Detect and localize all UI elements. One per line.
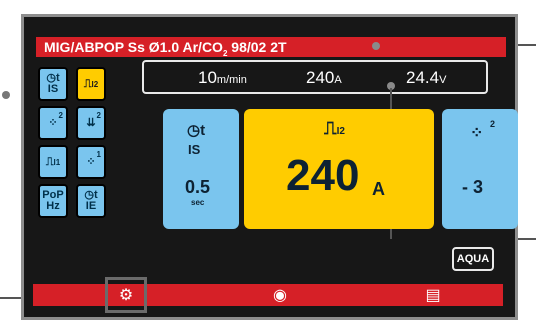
pulse-i2-label: I2 — [91, 79, 99, 89]
pop-hz-button[interactable]: PoP Hz — [38, 184, 68, 218]
step-icon: ⎍ — [45, 155, 54, 168]
pulse-current-panel[interactable]: ⎍I2 240 A — [244, 109, 434, 229]
menu-list-icon[interactable]: ▤ — [417, 284, 449, 306]
current-unit: A — [334, 74, 342, 86]
pulse-i2-button[interactable]: ⎍ I2 — [76, 67, 106, 101]
spray-icon: ⁘ — [470, 125, 484, 142]
converge-arrows-icon: ⇊ — [86, 116, 96, 129]
pulse-current-icon: ⎍ — [324, 118, 337, 138]
settings-selection-highlight — [105, 277, 147, 313]
arrows-2-button[interactable]: 2 ⇊ — [76, 106, 106, 140]
spread-panel-value: - 3 — [462, 177, 484, 197]
clock-icon: ◷ — [187, 122, 201, 139]
is-time-panel[interactable]: ◷t IS 0.5 sec — [163, 109, 239, 229]
mode-title-bar: MIG/ABPOP Ss Ø1.0 Ar/CO2 98/02 2T — [36, 37, 506, 58]
title-suffix: 98/02 2T — [227, 39, 287, 55]
is-panel-label: IS — [188, 142, 201, 157]
step-i1-button[interactable]: ⎍ I1 — [38, 145, 68, 179]
spray-icon: ⁘ — [48, 116, 58, 129]
spread-1-button[interactable]: 1 ⁘ — [76, 145, 106, 179]
wire-speed-unit: m/min — [216, 74, 247, 86]
spread-2-sup: 2 — [58, 111, 63, 120]
spread-panel[interactable]: ⁘ 2 - 3 — [442, 109, 518, 229]
readout-strip: 10m/min 240A 24.4V — [142, 60, 488, 94]
timer-ie-label: IE — [85, 200, 97, 212]
is-panel-value: 0.5 — [185, 177, 211, 197]
encoder-knob-icon[interactable]: ◉ — [264, 284, 296, 306]
spray-icon: ⁘ — [86, 155, 96, 168]
pulse-current-icon: ⎍ — [83, 77, 92, 90]
spread-panel-sup: 2 — [490, 119, 496, 129]
timer-is-label: IS — [47, 83, 59, 95]
spread-2-button[interactable]: 2 ⁘ — [38, 106, 68, 140]
wire-speed-readout: 10m/min — [198, 68, 247, 88]
current-readout: 240A — [306, 68, 342, 88]
wire-speed-value: 10 — [198, 68, 217, 87]
arrows-2-sup: 2 — [96, 111, 101, 120]
is-panel-t-label: t — [200, 122, 206, 139]
center-panel-label: I2 — [336, 126, 345, 137]
step-i1-label: I1 — [53, 157, 61, 167]
aqua-button[interactable]: AQUA — [452, 247, 494, 271]
voltage-readout: 24.4V — [406, 68, 446, 88]
center-panel-value: 240 — [286, 151, 360, 200]
spread-1-sup: 1 — [96, 150, 101, 159]
center-panel-unit: A — [372, 179, 385, 199]
voltage-value: 24.4 — [406, 68, 440, 87]
callout-dot-left — [2, 91, 10, 99]
current-value: 240 — [306, 68, 335, 87]
timer-is-button[interactable]: ◷t IS — [38, 67, 68, 101]
hz-label: Hz — [46, 200, 60, 212]
title-prefix: MIG/ABPOP Ss Ø1.0 Ar/CO — [44, 39, 223, 55]
title-callout-dot — [372, 42, 380, 50]
voltage-unit: V — [439, 74, 447, 86]
timer-ie-button[interactable]: ◷t IE — [76, 184, 106, 218]
is-panel-unit: sec — [191, 198, 205, 207]
